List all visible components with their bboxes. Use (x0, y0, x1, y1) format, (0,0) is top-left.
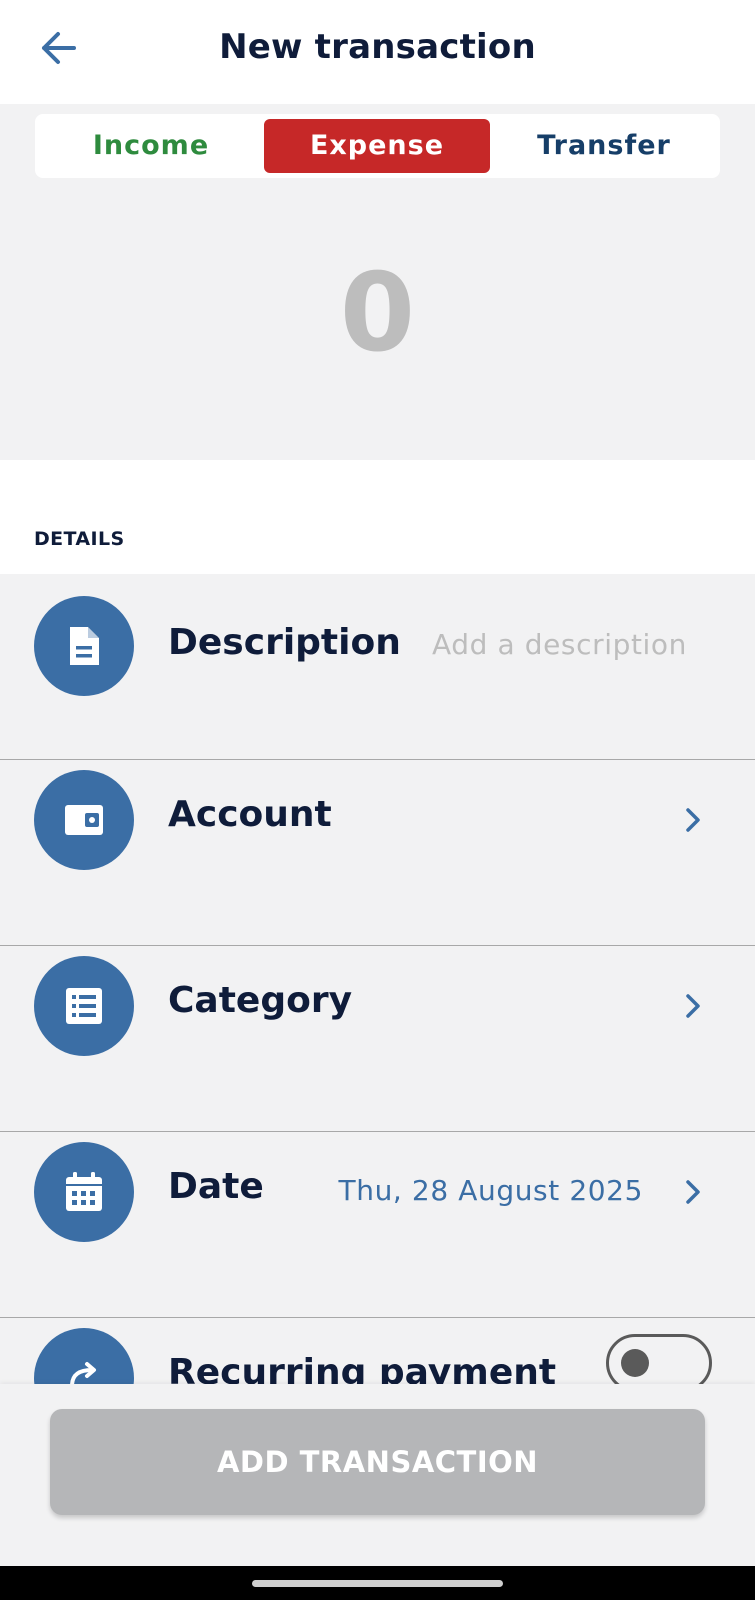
recurring-icon-circle (34, 1328, 134, 1384)
chevron-right-icon (679, 806, 707, 834)
amount-input[interactable]: 0 (0, 252, 755, 376)
chevron-right-icon (679, 992, 707, 1020)
toggle-knob (621, 1349, 649, 1377)
calendar-icon (66, 1172, 102, 1211)
system-navigation-bar (0, 1566, 755, 1600)
recurring-payment-row[interactable]: Recurring payment (0, 1318, 755, 1384)
app-header: New transaction (0, 0, 755, 104)
repeat-icon (70, 1362, 96, 1384)
tab-transfer[interactable]: Transfer (491, 119, 717, 173)
tab-income[interactable]: Income (38, 119, 264, 173)
account-icon-circle (34, 770, 134, 870)
chevron-right-icon (679, 1178, 707, 1206)
details-list: Description Add a description Account Ca (0, 574, 755, 1384)
recurring-payment-label: Recurring payment (168, 1352, 557, 1384)
page-title: New transaction (219, 27, 536, 67)
amount-area: Income Expense Transfer 0 (0, 104, 755, 460)
transaction-type-selector: Income Expense Transfer (35, 114, 720, 178)
tab-expense[interactable]: Expense (264, 119, 490, 173)
details-section-label: DETAILS (34, 528, 125, 550)
category-label: Category (168, 980, 353, 1021)
date-value: Thu, 28 August 2025 (338, 1174, 643, 1207)
date-icon-circle (34, 1142, 134, 1242)
date-row[interactable]: Date Thu, 28 August 2025 (0, 1132, 755, 1318)
recurring-payment-toggle[interactable] (606, 1334, 712, 1384)
category-row[interactable]: Category (0, 946, 755, 1132)
category-icon-circle (34, 956, 134, 1056)
wallet-icon (65, 805, 103, 835)
description-input[interactable]: Add a description (432, 628, 687, 661)
bottom-action-bar: ADD TRANSACTION (0, 1384, 755, 1566)
description-label: Description (168, 622, 401, 663)
description-icon-circle (34, 596, 134, 696)
account-row[interactable]: Account (0, 760, 755, 946)
account-label: Account (168, 794, 332, 835)
date-label: Date (168, 1166, 264, 1207)
description-row[interactable]: Description Add a description (0, 574, 755, 760)
add-transaction-button[interactable]: ADD TRANSACTION (50, 1409, 705, 1515)
home-gesture-handle[interactable] (252, 1580, 503, 1587)
document-icon (70, 627, 99, 665)
list-icon (66, 988, 102, 1024)
